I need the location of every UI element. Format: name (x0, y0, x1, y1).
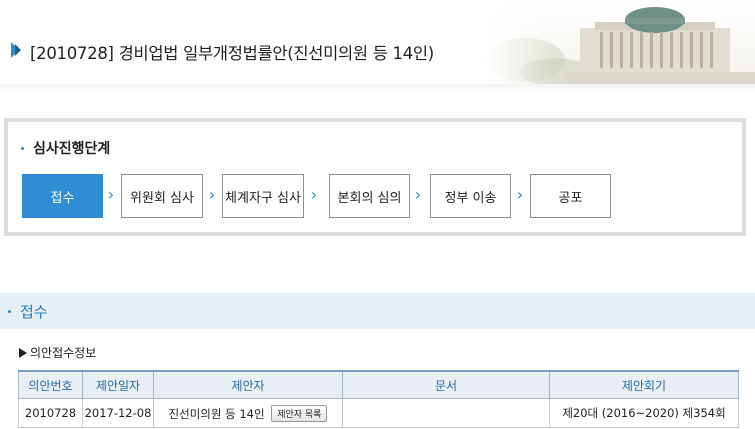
proposer-cell: 진선미의원 등 14인 제안자 목록 (153, 398, 343, 428)
triangle-right-icon (19, 348, 27, 358)
bill-number-cell: 2010728 (18, 398, 83, 428)
column-header: 제안일자 (82, 370, 154, 399)
proposer-name: 진선미의원 등 14인 (168, 406, 265, 421)
chevron-right-icon: › (516, 185, 524, 204)
proposer-list-button[interactable]: 제안자 목록 (271, 404, 328, 422)
table-row: 2010728 2017-12-08 진선미의원 등 14인 제안자 목록 제2… (18, 398, 739, 428)
page-header: [2010728] 경비업법 일부개정법률안(진선미의원 등 14인) (0, 0, 755, 92)
step-plenary-session[interactable]: 본회의 심의 (329, 174, 410, 218)
chevron-right-icon (11, 42, 21, 58)
column-header: 제안회기 (549, 370, 739, 399)
column-header: 의안번호 (18, 370, 83, 399)
process-heading: 심사진행단계 (21, 138, 110, 158)
step-committee-review[interactable]: 위원회 심사 (121, 174, 203, 218)
step-receipt[interactable]: 접수 (22, 174, 103, 218)
review-process-panel: 심사진행단계 접수 › 위원회 심사 › 체계자구 심사 › 본회의 심의 › … (4, 118, 746, 236)
receipt-info-table: 의안번호 제안일자 제안자 문서 제안회기 2010728 2017-12-08… (18, 370, 739, 428)
chevron-right-icon: › (414, 185, 422, 204)
chevron-right-icon: › (107, 185, 115, 204)
section-title: 접수 (20, 303, 48, 321)
session-cell: 제20대 (2016~2020) 제354회 (549, 398, 739, 428)
step-legal-review[interactable]: 체계자구 심사 (222, 174, 304, 218)
bullet-icon (21, 147, 24, 150)
bill-title: [2010728] 경비업법 일부개정법률안(진선미의원 등 14인) (30, 44, 434, 63)
step-promulgation[interactable]: 공포 (530, 174, 611, 218)
chevron-right-icon: › (208, 185, 216, 204)
receipt-section-header: 접수 (0, 293, 755, 329)
proposal-date-cell: 2017-12-08 (82, 398, 154, 428)
national-assembly-building-image (485, 0, 755, 90)
document-cell (342, 398, 550, 428)
step-government-transfer[interactable]: 정부 이송 (430, 174, 511, 218)
table-header-row: 의안번호 제안일자 제안자 문서 제안회기 (18, 370, 739, 399)
chevron-right-icon: › (310, 185, 318, 204)
bullet-icon (8, 310, 11, 313)
column-header: 문서 (342, 370, 550, 399)
receipt-info-heading: 의안접수정보 (19, 344, 96, 361)
header-divider (0, 84, 755, 92)
column-header: 제안자 (153, 370, 343, 399)
